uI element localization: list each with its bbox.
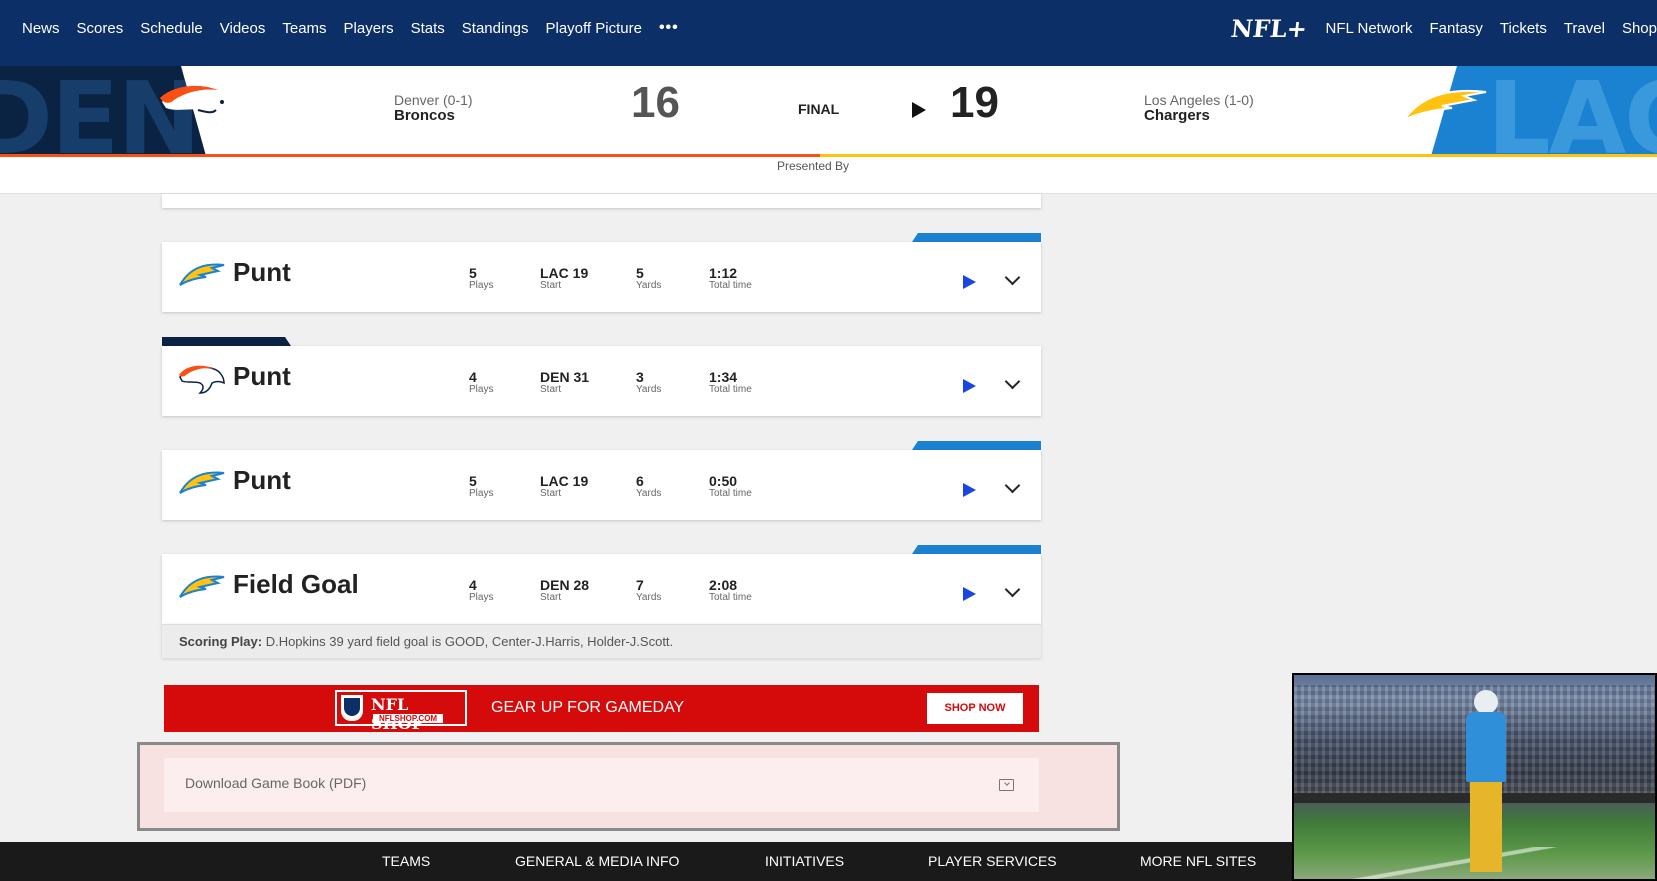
drive-yards: 7 Yards bbox=[636, 577, 662, 603]
sponsor-bar: Presented By bbox=[0, 158, 1657, 194]
nav-schedule[interactable]: Schedule bbox=[140, 20, 203, 37]
drive-start: LAC 19 Start bbox=[540, 265, 589, 291]
nav-videos[interactable]: Videos bbox=[220, 20, 266, 37]
top-nav: News Scores Schedule Videos Teams Player… bbox=[0, 0, 1657, 66]
footer-general-media-info[interactable]: GENERAL & MEDIA INFO bbox=[515, 853, 679, 869]
chargers-logo-icon bbox=[179, 263, 225, 286]
drive-card[interactable]: Field Goal 4 Plays DEN 28 Start 7 Yards 2:0… bbox=[162, 554, 1041, 624]
score-header: DEN Denver (0-1) Broncos 16 FINAL 19 Los… bbox=[0, 66, 1657, 158]
nav-nfl-network[interactable]: NFL Network bbox=[1326, 20, 1413, 37]
more-menu-icon[interactable]: ••• bbox=[659, 19, 679, 37]
drive-card[interactable]: Punt 4 Plays DEN 31 Start 3 Yards 1:34 Total… bbox=[162, 346, 1041, 416]
nav-shop[interactable]: Shop bbox=[1622, 20, 1657, 37]
drive-result: Punt bbox=[233, 465, 291, 495]
broncos-logo-icon bbox=[179, 365, 225, 394]
broncos-logo-icon[interactable] bbox=[158, 84, 240, 130]
nav-teams[interactable]: Teams bbox=[282, 20, 326, 37]
chevron-down-icon[interactable] bbox=[1004, 373, 1021, 390]
home-color-stripe bbox=[820, 154, 1657, 157]
nav-players[interactable]: Players bbox=[344, 20, 394, 37]
possession-arrow-icon bbox=[912, 102, 926, 118]
drive-time: 1:34 Total time bbox=[709, 369, 752, 395]
nav-fantasy[interactable]: Fantasy bbox=[1430, 20, 1483, 37]
drive-team-tab bbox=[912, 233, 1041, 242]
nfl-shop-logo: NFL SHOP NFLSHOP.COM bbox=[335, 690, 467, 733]
nav-tickets[interactable]: Tickets bbox=[1500, 20, 1547, 37]
drive-result: Punt bbox=[233, 361, 291, 391]
shop-now-button[interactable]: SHOP NOW bbox=[927, 693, 1023, 724]
drive-yards: 3 Yards bbox=[636, 369, 662, 395]
nav-scores[interactable]: Scores bbox=[77, 20, 124, 37]
floating-video-player[interactable] bbox=[1292, 673, 1657, 881]
home-score: 19 bbox=[950, 78, 999, 127]
presented-by-label: Presented By bbox=[777, 159, 850, 173]
nav-travel[interactable]: Travel bbox=[1564, 20, 1605, 37]
drive-result: Punt bbox=[233, 257, 291, 287]
chargers-logo-icon bbox=[179, 471, 225, 494]
home-team-record: Los Angeles (1-0) bbox=[1144, 92, 1254, 108]
chevron-down-icon[interactable] bbox=[1004, 269, 1021, 286]
scoring-play-text: D.Hopkins 39 yard field goal is GOOD, Ce… bbox=[262, 634, 674, 649]
away-team-record: Denver (0-1) bbox=[394, 92, 473, 108]
drive-team-tab bbox=[912, 441, 1041, 450]
download-icon bbox=[999, 779, 1014, 791]
chevron-down-icon[interactable] bbox=[1004, 477, 1021, 494]
chargers-logo-icon[interactable] bbox=[1402, 86, 1488, 126]
footer-teams[interactable]: TEAMS bbox=[382, 853, 430, 869]
drive-start: LAC 19 Start bbox=[540, 473, 589, 499]
scoring-play: Scoring Play: D.Hopkins 39 yard field go… bbox=[162, 624, 1041, 658]
drive-time: 0:50 Total time bbox=[709, 473, 752, 499]
nfl-shop-logo-url: NFLSHOP.COM bbox=[373, 714, 444, 723]
footer-more-nfl-sites[interactable]: MORE NFL SITES bbox=[1140, 853, 1256, 869]
drive-start: DEN 28 Start bbox=[540, 577, 590, 603]
drive-plays: 4 Plays bbox=[469, 577, 494, 603]
home-team-info: Los Angeles (1-0) Chargers bbox=[1144, 92, 1254, 124]
game-status: FINAL bbox=[798, 101, 840, 117]
drive-team-tab bbox=[162, 337, 291, 346]
drive-card[interactable]: Punt 5 Plays LAC 19 Start 5 Yards 1:12 Total… bbox=[162, 242, 1041, 312]
drive-time: 2:08 Total time bbox=[709, 577, 752, 603]
ad-tagline: GEAR UP FOR GAMEDAY bbox=[491, 699, 685, 716]
drive-time: 1:12 Total time bbox=[709, 265, 752, 291]
drive-yards: 5 Yards bbox=[636, 265, 662, 291]
previous-drive-card bbox=[162, 194, 1041, 208]
play-video-icon[interactable] bbox=[963, 379, 976, 393]
drive-plays: 4 Plays bbox=[469, 369, 494, 395]
video-player-figure bbox=[1464, 690, 1506, 879]
away-team-info: Denver (0-1) Broncos bbox=[394, 92, 473, 124]
nav-playoff-picture[interactable]: Playoff Picture bbox=[545, 20, 641, 37]
nav-news[interactable]: News bbox=[22, 20, 60, 37]
secondary-menu: NFL+ NFL Network Fantasy Tickets Travel … bbox=[1229, 0, 1657, 56]
play-video-icon[interactable] bbox=[963, 483, 976, 497]
drive-result: Field Goal bbox=[233, 569, 359, 599]
play-video-icon[interactable] bbox=[963, 275, 976, 289]
drive-team-tab bbox=[912, 545, 1041, 554]
drive-card[interactable]: Punt 5 Plays LAC 19 Start 6 Yards 0:50 Total… bbox=[162, 450, 1041, 520]
footer-player-services[interactable]: PLAYER SERVICES bbox=[928, 853, 1057, 869]
away-team-name[interactable]: Broncos bbox=[394, 108, 473, 123]
chargers-logo-icon bbox=[179, 575, 225, 598]
main-menu: News Scores Schedule Videos Teams Player… bbox=[22, 0, 679, 56]
play-video-icon[interactable] bbox=[963, 587, 976, 601]
home-team-abbr: LAC bbox=[1487, 66, 1657, 158]
drive-yards: 6 Yards bbox=[636, 473, 662, 499]
nav-stats[interactable]: Stats bbox=[411, 20, 445, 37]
download-label: Download Game Book (PDF) bbox=[185, 775, 367, 791]
home-team-name[interactable]: Chargers bbox=[1144, 108, 1254, 123]
chevron-down-icon[interactable] bbox=[1004, 581, 1021, 598]
drive-plays: 5 Plays bbox=[469, 265, 494, 291]
nfl-plus-logo[interactable]: NFL+ bbox=[1229, 14, 1308, 43]
footer-initiatives[interactable]: INITIATIVES bbox=[765, 853, 844, 869]
nfl-shield-icon bbox=[341, 695, 363, 721]
drive-start: DEN 31 Start bbox=[540, 369, 590, 395]
away-score: 16 bbox=[631, 78, 680, 127]
away-color-stripe bbox=[0, 154, 820, 157]
download-game-book-link[interactable]: Download Game Book (PDF) bbox=[164, 758, 1039, 812]
nav-standings[interactable]: Standings bbox=[462, 20, 529, 37]
drive-plays: 5 Plays bbox=[469, 473, 494, 499]
scoring-play-label: Scoring Play: bbox=[179, 634, 263, 649]
nfl-shop-ad[interactable]: NFL SHOP NFLSHOP.COM GEAR UP FOR GAMEDAY… bbox=[164, 685, 1039, 733]
